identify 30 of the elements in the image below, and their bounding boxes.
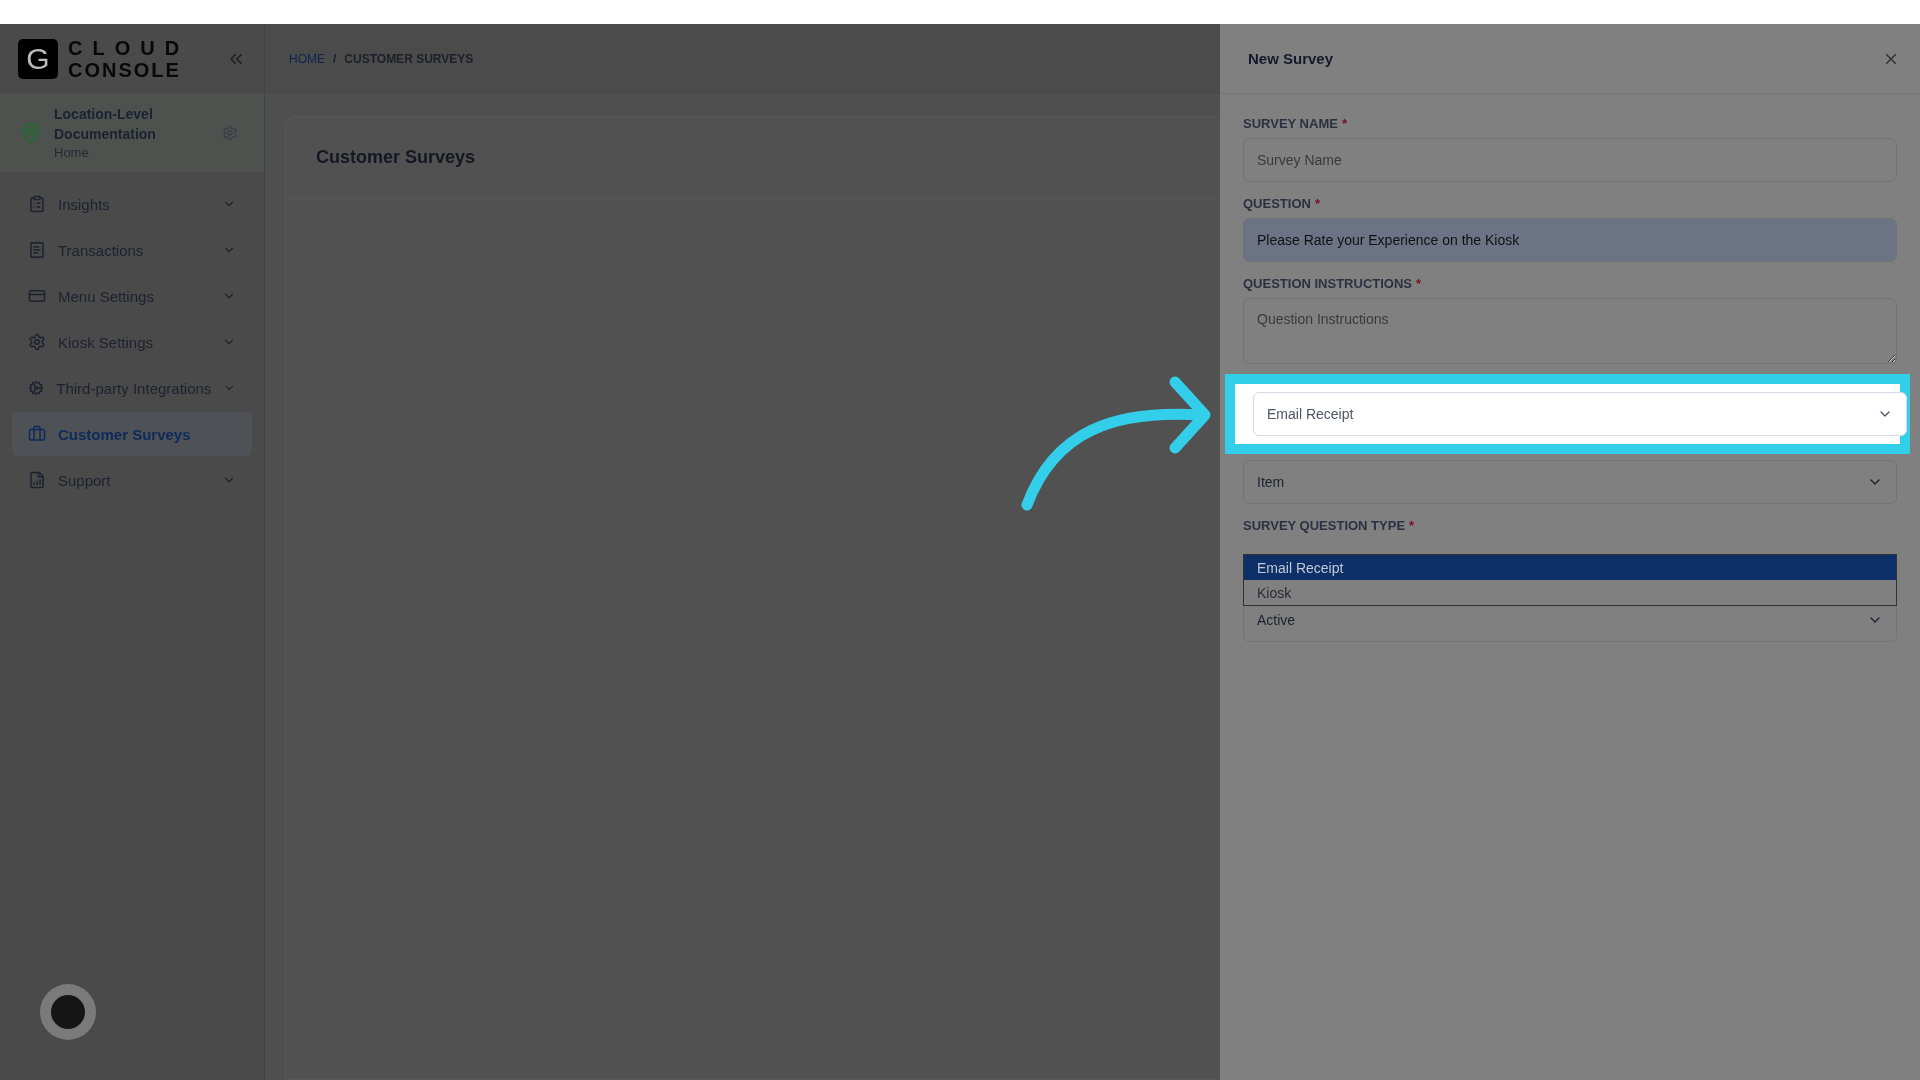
required-mark: * xyxy=(1341,116,1347,131)
location-pin-icon xyxy=(20,122,42,144)
sidebar-item[interactable]: Customer Surveys xyxy=(12,412,252,456)
select-field[interactable]: Email Receipt xyxy=(1253,392,1907,436)
drawer-title: New Survey xyxy=(1248,50,1334,67)
gear-icon xyxy=(28,333,46,351)
receipt-icon xyxy=(28,241,46,259)
breadcrumb-link[interactable]: HOME xyxy=(289,52,325,66)
field-label: QUESTION INSTRUCTIONS xyxy=(1243,276,1412,291)
logo-text: CONSOLE xyxy=(68,59,182,81)
report-icon xyxy=(28,471,46,489)
field-label: QUESTION xyxy=(1243,196,1311,211)
dropdown-option[interactable]: Email Receipt xyxy=(1244,555,1896,580)
avatar-icon[interactable] xyxy=(40,984,96,1040)
text-area[interactable]: Question Instructions xyxy=(1243,298,1897,364)
cog-icon xyxy=(28,379,45,397)
select-field[interactable]: Item xyxy=(1243,460,1897,504)
field-label: SURVEY NAME xyxy=(1243,116,1338,131)
breadcrumb-separator: / xyxy=(333,52,337,66)
required-mark: * xyxy=(1409,518,1415,533)
page-title: Customer Surveys xyxy=(316,147,476,168)
card-icon xyxy=(28,287,46,305)
required-mark: * xyxy=(1416,276,1422,291)
logo-text: CLOUD xyxy=(68,37,190,59)
briefcase-icon xyxy=(28,425,46,443)
logo-mark: G xyxy=(18,39,58,79)
clipboard-icon xyxy=(28,195,46,213)
field-label: SURVEY QUESTION TYPE xyxy=(1243,518,1406,533)
text-field[interactable]: Survey Name xyxy=(1243,138,1897,182)
required-mark: * xyxy=(1314,196,1320,211)
